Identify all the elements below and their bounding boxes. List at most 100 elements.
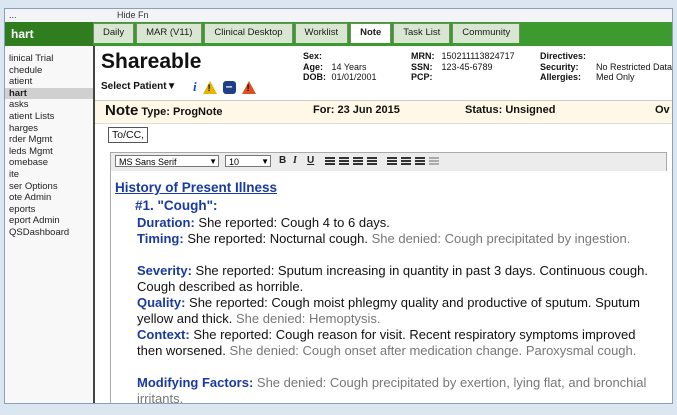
align-center-icon[interactable]	[339, 156, 349, 166]
note-for-label: For:	[313, 104, 335, 116]
modifying-line: Modifying Factors: She denied: Cough pre…	[137, 375, 662, 403]
demographics-col-2: MRN: 150211113824717 SSN: 123-45-6789 PC…	[411, 51, 515, 83]
hpi-section-title: History of Present Illness	[115, 180, 278, 195]
align-left-icon[interactable]	[325, 156, 335, 166]
tab-community[interactable]: Community	[452, 23, 521, 43]
sidebar-item-patient-lists[interactable]: atient Lists	[5, 111, 93, 123]
tab-strip: Daily MAR (V11) Clinical Desktop Worklis…	[93, 23, 522, 43]
duration-line: Duration: She reported: Cough 4 to 6 day…	[137, 215, 662, 231]
timing-neg: She denied: Cough precipitated by ingest…	[367, 231, 631, 246]
quality-line: Quality: She reported: Cough moist phleg…	[137, 295, 662, 326]
note-status: Status: Unsigned	[465, 104, 555, 116]
screenshot-frame: ... Hide Fn hart Daily MAR (V11) Clinica…	[0, 0, 677, 415]
select-patient-button[interactable]: Select Patient▼	[101, 81, 176, 92]
font-select-value: MS Sans Serif	[119, 157, 177, 167]
age-label: Age:	[303, 61, 323, 72]
to-cc-button[interactable]: To/CC,	[108, 127, 149, 143]
duration-key: Duration:	[137, 215, 195, 230]
security-label: Security:	[540, 61, 579, 72]
patient-name: Shareable	[101, 50, 202, 73]
tab-note[interactable]: Note	[350, 23, 392, 43]
sidebar-item-charges[interactable]: harges	[5, 123, 93, 135]
sidebar-item-order-mgmt[interactable]: rder Mgmt	[5, 134, 93, 146]
minimize-icon[interactable]: –	[222, 80, 236, 94]
underline-button[interactable]: U	[307, 155, 314, 166]
tab-clinical-desktop[interactable]: Clinical Desktop	[204, 23, 293, 43]
sidebar-item-homebase[interactable]: omebase	[5, 157, 93, 169]
alert-icon[interactable]: !	[241, 80, 256, 94]
indent-icon[interactable]	[415, 156, 425, 166]
align-right-icon[interactable]	[353, 156, 363, 166]
note-trailing: Ov	[655, 104, 670, 116]
sidebar-item-tasks[interactable]: asks	[5, 99, 93, 111]
age-value: 14 Years	[331, 61, 367, 72]
sidebar-item-meds-mgmt[interactable]: leds Mgmt	[5, 146, 93, 158]
sidebar-item-patient[interactable]: atient	[5, 76, 93, 88]
sex-label: Sex:	[303, 51, 323, 61]
sidebar-item-clinical-trial[interactable]: linical Trial	[5, 53, 93, 65]
sidebar-item-note-admin[interactable]: ote Admin	[5, 192, 93, 204]
top-strip-right[interactable]: Hide Fn	[117, 10, 149, 20]
emr-window: ... Hide Fn hart Daily MAR (V11) Clinica…	[4, 8, 673, 404]
allergies-value: Med Only	[596, 72, 635, 82]
note-type-label: Type:	[141, 106, 170, 118]
demographics-col-3: Directives: Security: No Restricted Data …	[540, 51, 672, 83]
chevron-down-icon: ▼	[261, 157, 269, 166]
size-select[interactable]: 10 ▼	[225, 155, 271, 167]
tab-worklist[interactable]: Worklist	[294, 23, 349, 43]
quality-text: She reported: Cough moist phlegmy qualit…	[137, 295, 640, 326]
context-key: Context:	[137, 327, 190, 342]
sidebar-item-site[interactable]: ite	[5, 169, 93, 181]
italic-button[interactable]: I	[293, 155, 297, 166]
chevron-down-icon: ▼	[209, 157, 217, 166]
numbered-list-icon[interactable]	[387, 156, 397, 166]
note-type-value: ProgNote	[173, 106, 223, 118]
banner-icons: i ! – !	[193, 79, 256, 95]
top-strip-left: ...	[9, 10, 17, 20]
outdent-icon[interactable]	[429, 156, 439, 166]
warning-icon[interactable]: !	[202, 80, 217, 94]
top-strip: ... Hide Fn	[5, 9, 672, 22]
sidebar-item-report-admin[interactable]: eport Admin	[5, 215, 93, 227]
dob-value: 01/01/2001	[331, 72, 377, 82]
demographics-col-1: Sex: Age: 14 Years DOB: 01/01/2001	[303, 51, 377, 83]
context-line: Context: She reported: Cough reason for …	[137, 327, 662, 358]
note-editor[interactable]: History of Present Illness #1. "Cough": …	[110, 171, 668, 403]
patient-banner: Shareable Select Patient▼ i ! – ! Sex: A…	[95, 46, 672, 101]
security-value: No Restricted Data	[596, 61, 672, 72]
tab-mar[interactable]: MAR (V11)	[136, 23, 203, 43]
severity-line: Severity: She reported: Sputum increasin…	[137, 263, 662, 294]
format-toolbar: MS Sans Serif ▼ 10 ▼ B I U	[110, 152, 667, 172]
size-select-value: 10	[229, 157, 240, 167]
tab-daily[interactable]: Daily	[93, 23, 135, 43]
sidebar-item-reports[interactable]: eports	[5, 204, 93, 216]
tab-task-list[interactable]: Task List	[393, 23, 451, 43]
context-neg: She denied: Cough onset after medication…	[225, 342, 637, 358]
sidebar-list: linical Trial chedule atient hart asks a…	[5, 53, 93, 239]
sidebar-item-qsdashboard[interactable]: QSDashboard	[5, 227, 93, 239]
quality-neg: She denied: Hemoptysis.	[232, 310, 381, 326]
sidebar-item-chart[interactable]: hart	[5, 87, 93, 100]
severity-key: Severity:	[137, 263, 192, 278]
main-pane: Shareable Select Patient▼ i ! – ! Sex: A…	[95, 46, 672, 403]
sidebar-item-user-options[interactable]: ser Options	[5, 181, 93, 193]
timing-key: Timing:	[137, 231, 184, 246]
note-header-bar: Note Type: ProgNote For: 23 Jun 2015 Sta…	[95, 101, 672, 124]
note-status-value: Unsigned	[505, 104, 556, 116]
severity-text: She reported: Sputum increasing in quant…	[137, 263, 648, 294]
complaint-heading: #1. "Cough":	[135, 198, 218, 213]
bullet-list-icon[interactable]	[401, 156, 411, 166]
info-icon[interactable]: i	[193, 79, 197, 95]
sidebar: linical Trial chedule atient hart asks a…	[5, 46, 95, 403]
quality-key: Quality:	[137, 295, 186, 310]
directives-label: Directives:	[540, 51, 587, 61]
justify-icon[interactable]	[367, 156, 377, 166]
note-for-value: 23 Jun 2015	[337, 104, 400, 116]
mrn-label: MRN:	[411, 51, 435, 61]
sidebar-item-schedule[interactable]: chedule	[5, 65, 93, 77]
bold-button[interactable]: B	[279, 155, 286, 166]
modifying-key: Modifying Factors:	[137, 375, 254, 390]
note-heading: Note Type: ProgNote	[105, 102, 223, 119]
font-select[interactable]: MS Sans Serif ▼	[115, 155, 219, 167]
duration-text: She reported: Cough 4 to 6 days.	[194, 215, 390, 230]
